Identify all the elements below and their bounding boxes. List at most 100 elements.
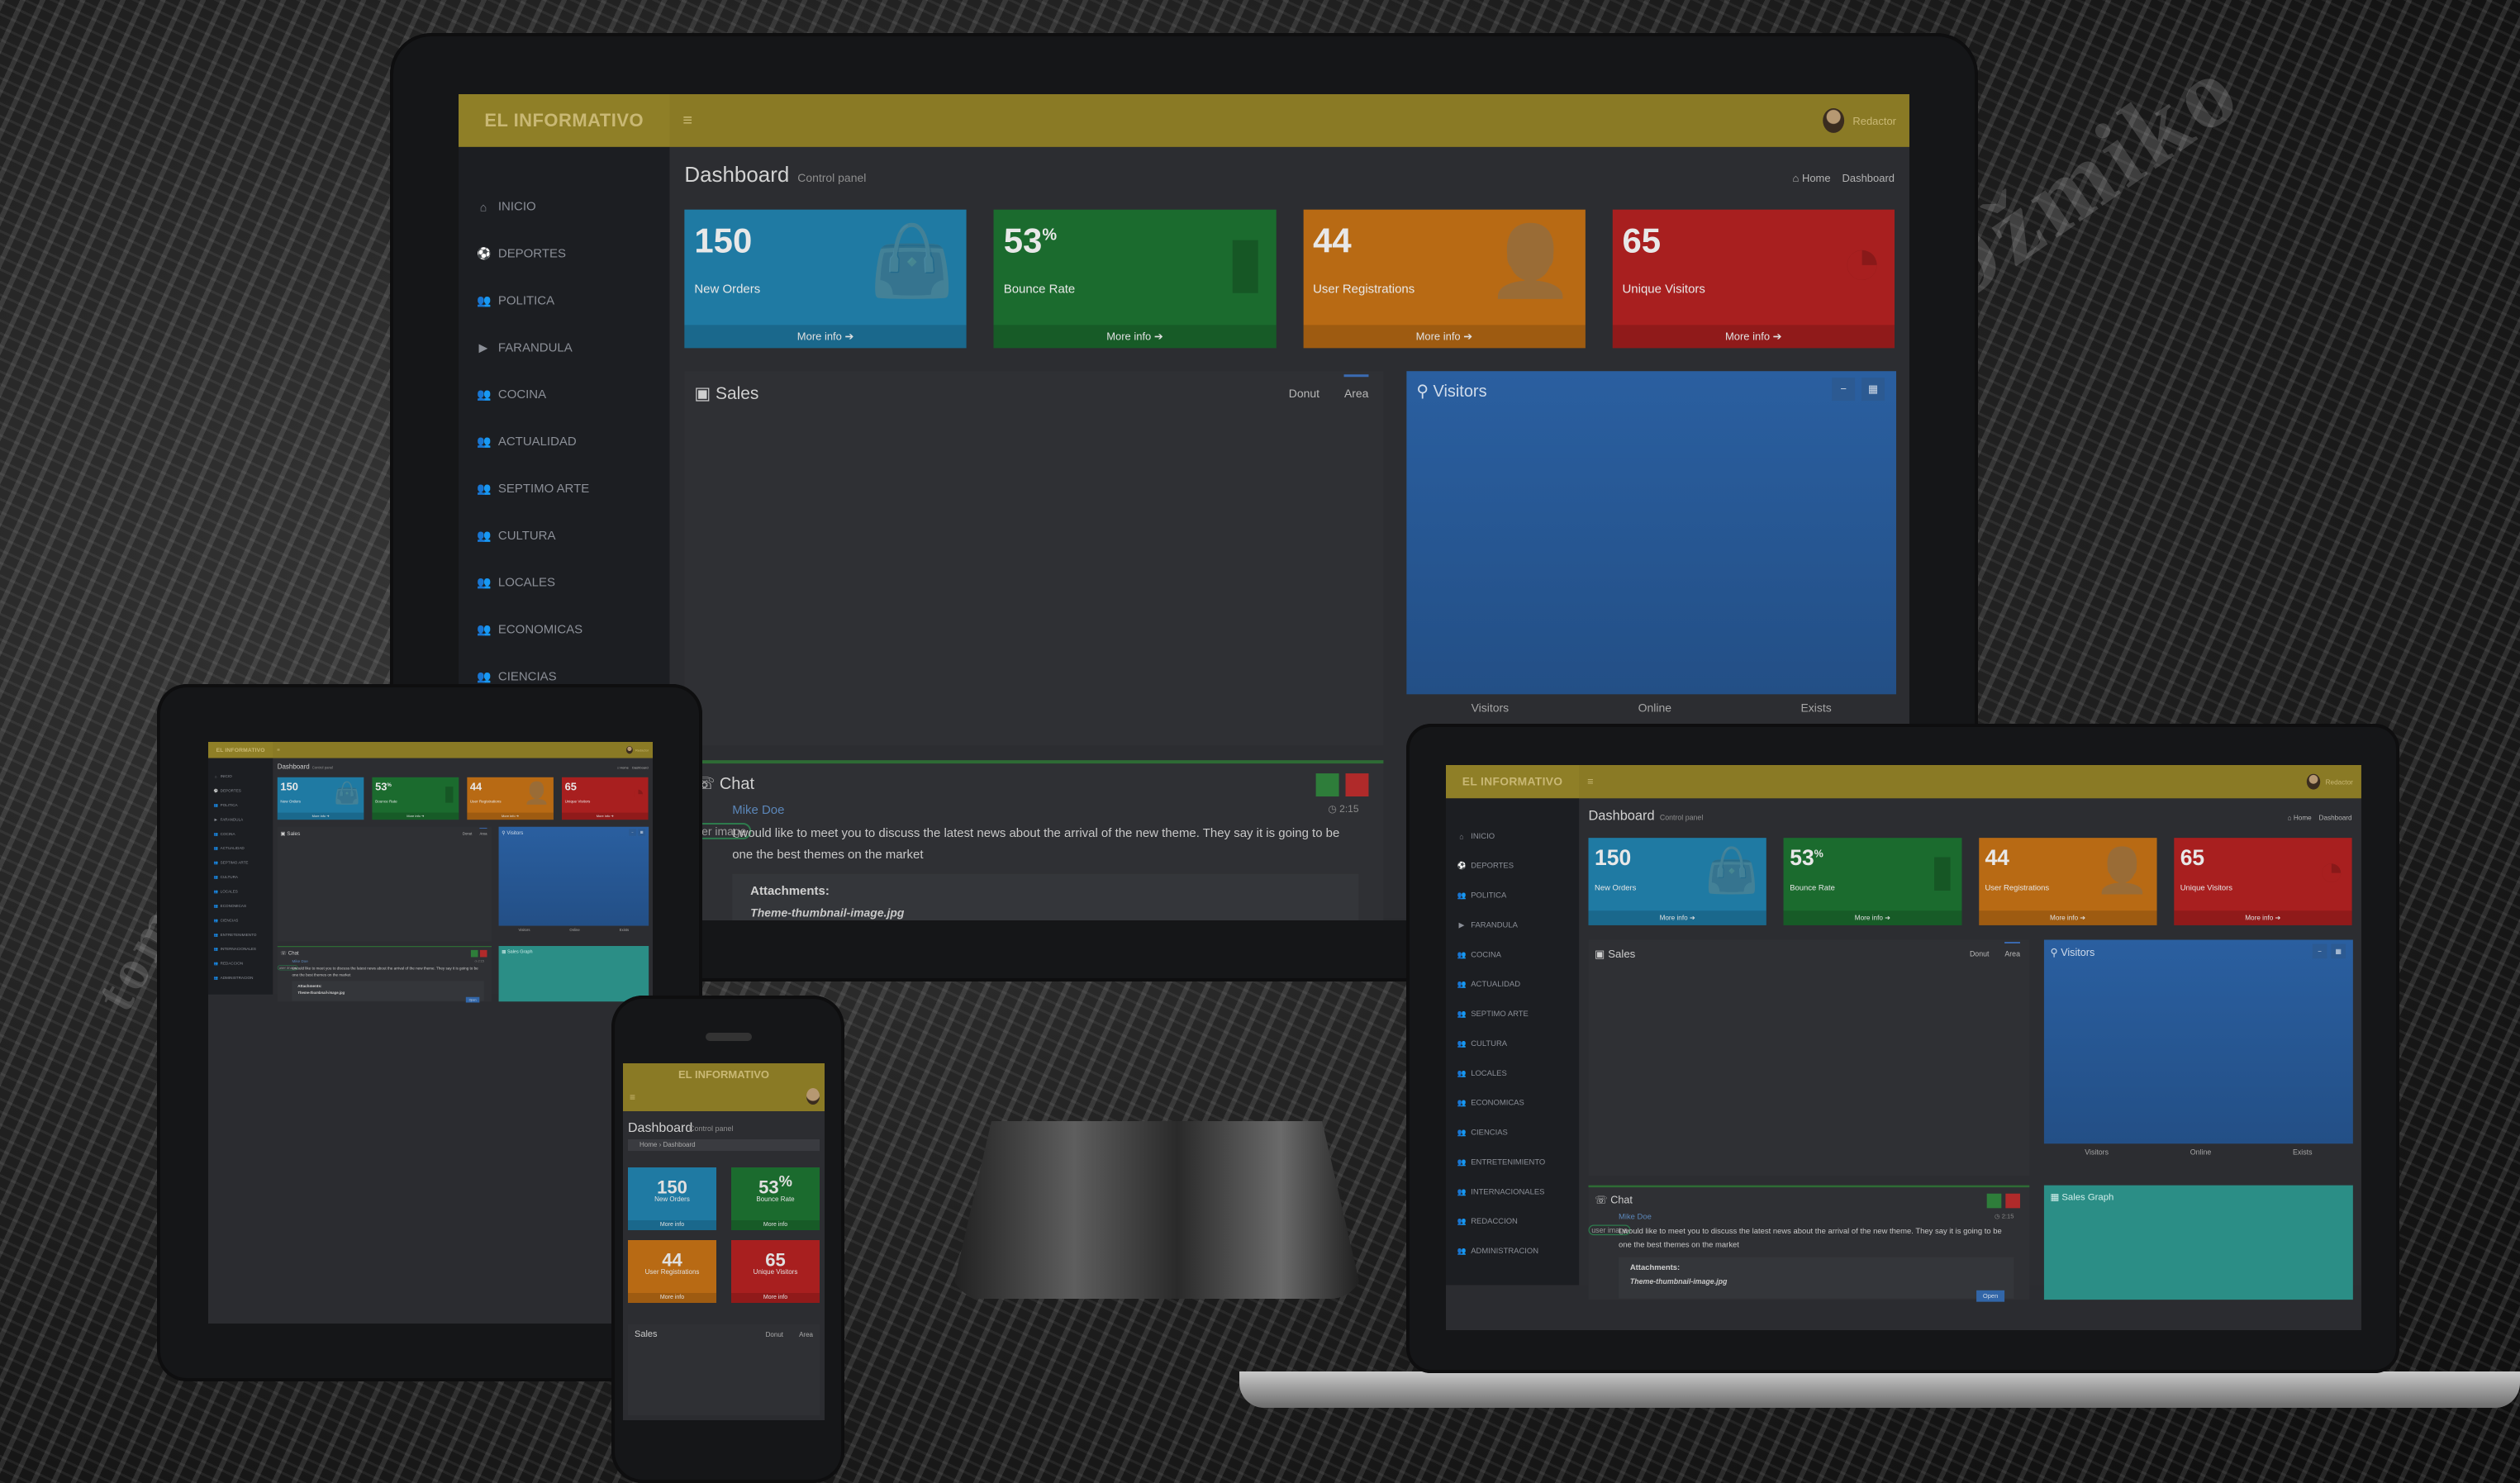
sidebar-item[interactable]: 👥 REDACCION <box>1446 1206 1579 1236</box>
attachment-file[interactable]: Theme-thumbnail-image.jpg <box>1630 1277 2003 1286</box>
more-info-link[interactable]: More info <box>628 1293 716 1303</box>
sidebar-item[interactable]: ▶ FARANDULA <box>1446 910 1579 940</box>
open-button[interactable]: Open <box>1976 1290 2005 1302</box>
more-info-link[interactable]: More info ➔ <box>561 812 649 820</box>
sidebar-item[interactable]: ▶ FARANDULA <box>208 812 273 826</box>
sidebar-item[interactable]: ⚽ DEPORTES <box>459 231 669 278</box>
status-offline-button[interactable] <box>1345 773 1369 797</box>
more-info-link[interactable]: More info ➔ <box>467 812 554 820</box>
brand-logo[interactable]: EL INFORMATIVO <box>208 742 273 758</box>
chat-sender-name[interactable]: Mike Doe <box>292 959 307 963</box>
sidebar-item[interactable]: 👥 INTERNACIONALES <box>1446 1177 1579 1207</box>
sidebar-item[interactable]: 👥 CULTURA <box>208 870 273 884</box>
sidebar-item[interactable]: 👥 ENTRETENIMIENTO <box>208 928 273 942</box>
more-info-link[interactable]: More info ➔ <box>684 325 967 349</box>
tab-donut[interactable]: Donut <box>1970 949 1990 961</box>
breadcrumb-home[interactable]: ⌂ Home <box>2288 814 2312 821</box>
more-info-link[interactable]: More info <box>731 1220 820 1230</box>
more-info-link[interactable]: More info ➔ <box>1588 910 1766 925</box>
tab-area[interactable]: Area <box>799 1331 813 1338</box>
sidebar-item[interactable]: 👥 ENTRETENIMIENTO <box>1446 1148 1579 1177</box>
status-offline-button[interactable] <box>2005 1193 2020 1209</box>
breadcrumb-home[interactable]: ⌂ Home <box>617 766 629 770</box>
sidebar-item[interactable]: 👥 COCINA <box>208 827 273 841</box>
sidebar-item[interactable]: 👥 ACTUALIDAD <box>1446 969 1579 999</box>
sidebar-item[interactable]: 👥 POLITICA <box>1446 881 1579 910</box>
sidebar-item[interactable]: 👥 CIENCIAS <box>1446 1118 1579 1148</box>
sidebar-item[interactable]: ⌂ INICIO <box>208 769 273 783</box>
user-menu[interactable]: Redactor <box>626 742 649 758</box>
tab-area[interactable]: Area <box>479 827 487 837</box>
sidebar-item[interactable]: 👥 COCINA <box>1446 940 1579 970</box>
sidebar-item[interactable]: 👥 ACTUALIDAD <box>208 841 273 855</box>
tab-donut[interactable]: Donut <box>463 832 472 838</box>
sidebar-item[interactable]: 👥 LOCALES <box>459 559 669 606</box>
status-online-button[interactable] <box>1986 1193 2002 1209</box>
sidebar-item[interactable]: 👥 POLITICA <box>208 798 273 812</box>
hamburger-icon[interactable]: ≡ <box>277 747 280 753</box>
more-info-link[interactable]: More info ➔ <box>1978 910 2157 925</box>
breadcrumb-home[interactable]: Home <box>640 1141 657 1148</box>
breadcrumb-home[interactable]: ⌂ Home <box>1792 172 1830 184</box>
sidebar-item[interactable]: 👥 ECONOMICAS <box>1446 1088 1579 1118</box>
status-online-button[interactable] <box>1315 773 1339 797</box>
tab-donut[interactable]: Donut <box>766 1331 783 1338</box>
status-offline-button[interactable] <box>479 949 487 958</box>
more-info-link[interactable]: More info ➔ <box>1303 325 1586 349</box>
brand-logo[interactable]: EL INFORMATIVO <box>1446 765 1580 799</box>
sidebar-item[interactable]: 👥 INTERNACIONALES <box>208 942 273 956</box>
tab-donut[interactable]: Donut <box>1289 387 1319 405</box>
more-info-link[interactable]: More info ➔ <box>993 325 1277 349</box>
more-info-link[interactable]: More info ➔ <box>2174 910 2352 925</box>
sidebar-item[interactable]: ⚽ DEPORTES <box>208 783 273 797</box>
hamburger-icon[interactable]: ≡ <box>1587 776 1593 787</box>
sidebar-item[interactable]: 👥 ADMINISTRACION <box>1446 1236 1579 1266</box>
phone-sales-box: Sales Donut Area <box>628 1324 820 1415</box>
sidebar-item[interactable]: 👥 POLITICA <box>459 277 669 324</box>
sidebar-item[interactable]: 👥 ECONOMICAS <box>459 606 669 654</box>
sidebar-item[interactable]: 👥 SEPTIMO ARTE <box>459 465 669 512</box>
tab-area[interactable]: Area <box>1343 374 1369 405</box>
sidebar-item[interactable]: 👥 SEPTIMO ARTE <box>208 856 273 870</box>
sidebar-item[interactable]: 👥 LOCALES <box>1446 1058 1579 1088</box>
sidebar-item[interactable]: 👥 ECONOMICAS <box>208 899 273 913</box>
sidebar-item[interactable]: 👥 ACTUALIDAD <box>459 418 669 465</box>
more-info-link[interactable]: More info ➔ <box>277 812 364 820</box>
sidebar-item[interactable]: 👥 SEPTIMO ARTE <box>1446 999 1579 1029</box>
more-info-link[interactable]: More info ➔ <box>372 812 459 820</box>
calendar-button[interactable]: ▦ <box>2331 944 2346 959</box>
user-menu[interactable]: Redactor <box>1823 94 1896 147</box>
sidebar-item[interactable]: 👥 COCINA <box>459 371 669 418</box>
hamburger-icon[interactable]: ≡ <box>630 1091 635 1103</box>
status-online-button[interactable] <box>470 949 478 958</box>
chat-sender-name[interactable]: Mike Doe <box>1619 1212 1652 1221</box>
sidebar-item[interactable]: ⚽ DEPORTES <box>1446 851 1579 881</box>
calendar-button[interactable]: ▦ <box>1861 378 1885 402</box>
attachment-file[interactable]: Theme-thumbnail-image.jpg <box>297 991 478 995</box>
sidebar-item[interactable]: 👥 CULTURA <box>459 512 669 559</box>
more-info-link[interactable]: More info ➔ <box>1612 325 1895 349</box>
more-info-link[interactable]: More info <box>628 1220 716 1230</box>
sidebar-item[interactable]: ⌂ INICIO <box>459 183 669 231</box>
more-info-link[interactable]: More info ➔ <box>1783 910 1962 925</box>
sidebar-item[interactable]: 👥 ADMINISTRACION <box>208 971 273 985</box>
brand-logo[interactable]: EL INFORMATIVO <box>459 94 670 147</box>
more-info-link[interactable]: More info <box>731 1293 820 1303</box>
open-button[interactable]: Open <box>465 996 480 1003</box>
sidebar-item[interactable]: ▶ FARANDULA <box>459 324 669 371</box>
sidebar-item[interactable]: 👥 LOCALES <box>208 884 273 898</box>
collapse-button[interactable]: − <box>1832 378 1856 402</box>
hamburger-icon[interactable]: ≡ <box>682 111 692 130</box>
tab-area[interactable]: Area <box>2004 942 2020 961</box>
collapse-button[interactable]: − <box>629 829 636 836</box>
avatar[interactable] <box>806 1088 820 1105</box>
sidebar-item[interactable]: 👥 REDACCION <box>208 957 273 971</box>
calendar-button[interactable]: ▦ <box>638 829 645 836</box>
sidebar-item[interactable]: 👥 CIENCIAS <box>208 913 273 927</box>
chat-sender-name[interactable]: Mike Doe <box>732 803 784 817</box>
attachment-file[interactable]: Theme-thumbnail-image.jpg <box>750 906 1340 920</box>
collapse-button[interactable]: − <box>2312 944 2327 959</box>
sidebar-item[interactable]: ⌂ INICIO <box>1446 821 1579 851</box>
user-menu[interactable]: Redactor <box>2306 765 2353 798</box>
sidebar-item[interactable]: 👥 CULTURA <box>1446 1029 1579 1058</box>
